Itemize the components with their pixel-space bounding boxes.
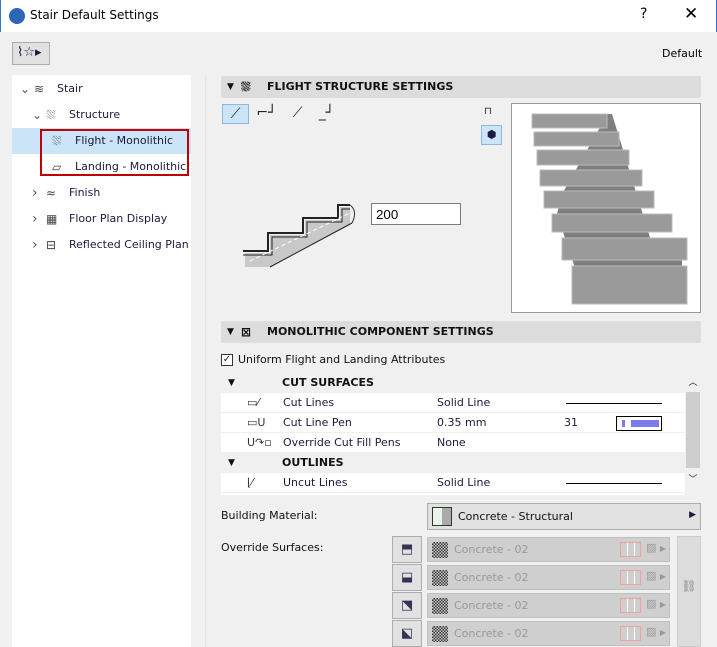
- texture-grid-icon: [620, 626, 641, 641]
- surface-swatch-icon: [432, 626, 448, 642]
- chevron-right-icon[interactable]: ›: [32, 232, 38, 258]
- tree-item[interactable]: ⌄ ⛆ Structure: [12, 102, 191, 128]
- stair-star-icon: ⌇☆▸: [17, 45, 42, 60]
- tree-item[interactable]: › ▦ Floor Plan Display: [12, 206, 191, 232]
- flight-type-4-button[interactable]: _┘: [313, 104, 340, 124]
- chevron-right-icon: ▶: [659, 628, 666, 637]
- stair-section-diagram: [243, 204, 356, 268]
- ceiling-plan-icon: ⊟: [46, 238, 57, 252]
- group-row[interactable]: ▼ OUTLINES: [221, 453, 685, 473]
- chevron-right-icon: ▶: [659, 600, 666, 609]
- collapse-icon: ▼: [227, 327, 234, 337]
- building-material-label: Building Material:: [221, 509, 318, 522]
- pen-color-swatch[interactable]: [616, 416, 662, 431]
- override-pens-icon: U↷▫: [247, 436, 272, 449]
- line-preview: [566, 483, 662, 484]
- override-surfaces-label: Override Surfaces:: [221, 541, 324, 554]
- plan-view-icon[interactable]: ⊓: [484, 106, 492, 117]
- image-icon: ▨: [646, 597, 657, 610]
- tree-item[interactable]: ⌄ ≋ Stair: [12, 76, 191, 102]
- override-surface-select[interactable]: Concrete - 02 ▨ ▶: [427, 565, 670, 590]
- tree-item[interactable]: › ≈ Finish: [12, 180, 191, 206]
- uniform-attributes-checkbox[interactable]: ✓: [221, 354, 233, 366]
- texture-grid-icon: [620, 542, 641, 557]
- tree-item-label: Finish: [69, 186, 101, 199]
- group-row[interactable]: ▼ CUT SURFACES: [221, 373, 685, 393]
- flight-type-3-button[interactable]: ⟋: [284, 104, 311, 124]
- override-surface-select[interactable]: Concrete - 02 ▨ ▶: [427, 537, 670, 562]
- image-icon: ▨: [646, 625, 657, 638]
- surface-3-button[interactable]: ⬔: [392, 592, 422, 619]
- close-button[interactable]: ✕: [684, 4, 698, 24]
- tree-item-label: Reflected Ceiling Plan Di: [69, 238, 191, 251]
- app-logo-icon: [9, 8, 25, 24]
- chevron-right-icon: ▶: [659, 572, 666, 581]
- cut-lines-icon: ▭⁄: [247, 396, 260, 409]
- link-chain-icon[interactable]: ⛓: [677, 536, 701, 647]
- material-swatch-icon: [432, 507, 452, 526]
- cut-line-pen-icon: ▭U: [247, 416, 266, 429]
- scrollbar-thumb[interactable]: [686, 392, 700, 468]
- chevron-right-icon: ▶: [659, 544, 666, 553]
- table-row[interactable]: ▭U Cut Line Pen 0.35 mm 31: [221, 413, 685, 433]
- flight-type-2-button[interactable]: ⌐┘: [253, 104, 280, 124]
- 3d-preview: [511, 103, 701, 313]
- collapse-icon: ▼: [228, 458, 235, 468]
- tree-item[interactable]: › ⊟ Reflected Ceiling Plan Di: [12, 232, 191, 258]
- 3d-view-button[interactable]: ⬢: [481, 125, 502, 145]
- table-row[interactable]: U↷▫ Override Cut Fill Pens None: [221, 433, 685, 453]
- flight-thickness-input[interactable]: [371, 203, 461, 225]
- finish-icon: ≈: [46, 186, 57, 200]
- override-surface-select[interactable]: Concrete - 02 ▨ ▶: [427, 593, 670, 618]
- collapse-icon: ▼: [228, 378, 235, 388]
- flight-type-1-button[interactable]: ⟋: [222, 104, 249, 124]
- flight-icon: ⛆: [241, 80, 251, 94]
- building-material-select[interactable]: Concrete - Structural ▶: [427, 503, 701, 530]
- highlight-box: [40, 129, 189, 176]
- collapse-icon: ▼: [227, 82, 234, 92]
- uniform-attributes-label: Uniform Flight and Landing Attributes: [238, 353, 446, 366]
- flight-structure-header[interactable]: ▼ ⛆ FLIGHT STRUCTURE SETTINGS: [221, 76, 701, 98]
- image-icon: ▨: [646, 569, 657, 582]
- scroll-up-icon[interactable]: ︿: [685, 375, 701, 388]
- favorites-button[interactable]: ⌇☆▸: [12, 42, 50, 65]
- default-label: Default: [662, 47, 703, 60]
- surface-4-button[interactable]: ⬕: [392, 620, 422, 647]
- attributes-table: ▼ CUT SURFACES ▭⁄ Cut Lines Solid Line ▭U Cu…: [221, 373, 685, 495]
- tree-item-label: Stair: [57, 82, 83, 95]
- help-button[interactable]: ?: [640, 6, 647, 22]
- texture-grid-icon: [620, 570, 641, 585]
- window-title: Stair Default Settings: [30, 8, 159, 22]
- chevron-right-icon: ▶: [689, 510, 696, 520]
- surface-1-button[interactable]: ⬒: [392, 536, 422, 563]
- tree-item-label: Structure: [69, 108, 121, 121]
- chevron-right-icon[interactable]: ›: [32, 206, 38, 232]
- line-preview: [566, 403, 662, 404]
- surface-2-button[interactable]: ⬓: [392, 564, 422, 591]
- tree-item-label: Floor Plan Display: [69, 212, 168, 225]
- scroll-down-icon[interactable]: ﹀: [685, 472, 701, 485]
- chevron-down-icon[interactable]: ⌄: [32, 102, 42, 128]
- chevron-right-icon[interactable]: ›: [32, 180, 38, 206]
- override-surface-select[interactable]: Concrete - 02 ▨ ▶: [427, 621, 670, 646]
- surface-swatch-icon: [432, 570, 448, 586]
- chevron-down-icon[interactable]: ⌄: [20, 76, 30, 102]
- table-row[interactable]: ⌊⁄ Uncut Lines Solid Line: [221, 473, 685, 493]
- floor-plan-icon: ▦: [46, 212, 58, 226]
- table-row[interactable]: ▭⁄ Cut Lines Solid Line: [221, 393, 685, 413]
- component-icon: ⊠: [241, 325, 252, 339]
- uncut-lines-icon: ⌊⁄: [247, 476, 254, 489]
- structure-icon: ⛆: [46, 108, 56, 122]
- monolithic-component-header[interactable]: ▼ ⊠ MONOLITHIC COMPONENT SETTINGS: [221, 321, 701, 343]
- stair-icon: ≋: [34, 82, 45, 96]
- surface-swatch-icon: [432, 542, 448, 558]
- texture-grid-icon: [620, 598, 641, 613]
- image-icon: ▨: [646, 541, 657, 554]
- surface-swatch-icon: [432, 598, 448, 614]
